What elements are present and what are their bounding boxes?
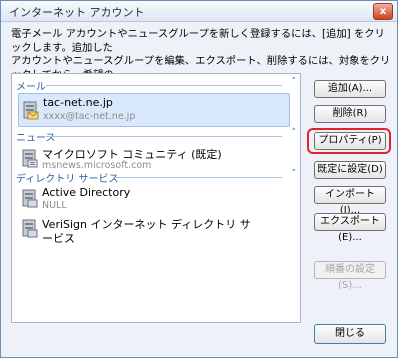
window-title: インターネット アカウント xyxy=(9,6,145,19)
directory-server-icon xyxy=(22,219,38,238)
title-bar: インターネット アカウント x xyxy=(1,1,397,22)
group-header-mail[interactable]: メール ˄ xyxy=(16,77,297,93)
internet-accounts-dialog: インターネット アカウント x 電子メール アカウントやニュースグループを新しく… xyxy=(0,0,398,358)
group-divider xyxy=(46,85,282,86)
export-button[interactable]: エクスポート(E)... xyxy=(314,213,386,243)
directory-name: Active Directory xyxy=(42,186,131,199)
account-name: tac-net.ne.jp xyxy=(43,96,113,109)
set-order-button[interactable]: 順番の設定(S)... xyxy=(314,261,386,291)
accounts-list[interactable]: メール ˄ tac-net.ne.jp xxxx@tac-net.ne.jp ニ… xyxy=(11,73,301,323)
list-item-active-directory[interactable]: Active Directory NULL xyxy=(18,184,288,214)
add-button[interactable]: 追加(A)... xyxy=(314,80,386,98)
list-item-mail-account[interactable]: tac-net.ne.jp xxxx@tac-net.ne.jp xyxy=(18,93,290,127)
chevron-up-icon[interactable]: ˄ xyxy=(292,77,297,87)
close-window-button[interactable]: x xyxy=(373,3,393,20)
group-header-directory[interactable]: ディレクトリ サービス ˄ xyxy=(16,169,297,185)
account-email: xxxx@tac-net.ne.jp xyxy=(43,111,136,122)
directory-name-continued: ービス xyxy=(42,232,75,245)
group-divider xyxy=(46,136,282,137)
group-label: メール xyxy=(16,82,46,93)
mail-account-icon xyxy=(23,101,39,120)
chevron-up-icon[interactable]: ˄ xyxy=(292,169,297,179)
directory-host: NULL xyxy=(42,200,67,211)
directory-server-icon xyxy=(22,189,38,208)
close-button[interactable]: 閉じる xyxy=(314,324,386,344)
set-default-button[interactable]: 既定に設定(D) xyxy=(314,161,386,179)
news-server-icon xyxy=(22,149,38,168)
group-label: ニュース xyxy=(16,133,56,144)
delete-button[interactable]: 削除(R) xyxy=(314,105,386,123)
group-header-news[interactable]: ニュース ˄ xyxy=(16,128,297,144)
properties-button[interactable]: プロパティ(P) xyxy=(314,132,386,150)
chevron-up-icon[interactable]: ˄ xyxy=(292,128,297,138)
import-button[interactable]: インポート(I)... xyxy=(314,186,386,216)
group-divider xyxy=(116,177,282,178)
list-item-verisign-directory[interactable]: VeriSign インターネット ディレクトリ サ ービス xyxy=(18,214,288,245)
